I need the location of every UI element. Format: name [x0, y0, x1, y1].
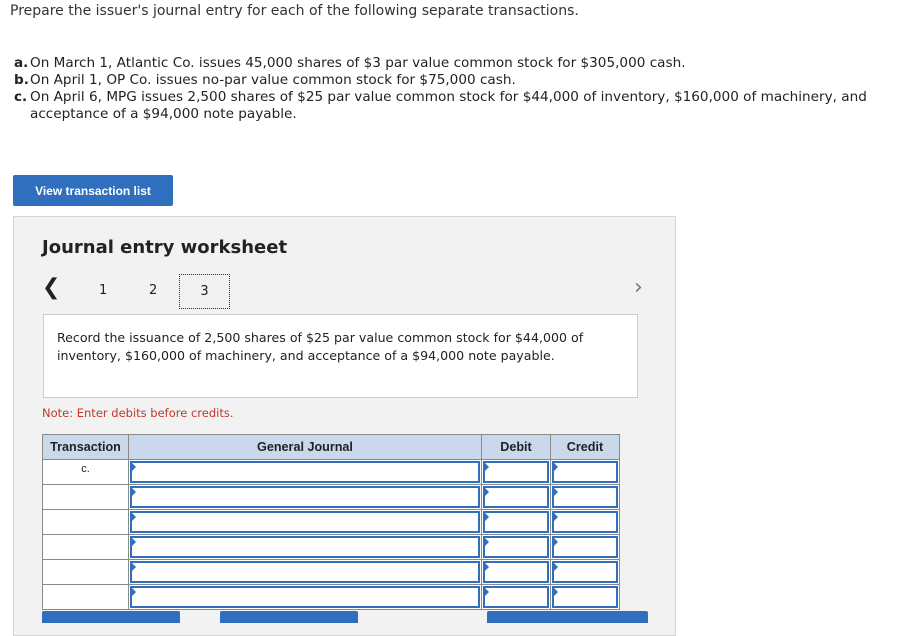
account-input[interactable] — [128, 459, 482, 485]
header-debit: Debit — [481, 434, 551, 460]
table-row — [42, 584, 620, 610]
transaction-letter: c. — [14, 89, 28, 105]
transaction-c: c. On April 6, MPG issues 2,500 shares o… — [14, 89, 904, 123]
credit-input[interactable] — [550, 584, 620, 610]
transaction-cell: c. — [42, 459, 129, 485]
account-input[interactable] — [128, 584, 482, 610]
transaction-letter: b. — [14, 72, 29, 88]
debit-input[interactable] — [481, 459, 551, 485]
clear-entry-button[interactable] — [220, 611, 358, 623]
view-general-journal-button[interactable] — [487, 611, 648, 623]
transaction-a: a. On March 1, Atlantic Co. issues 45,00… — [14, 55, 904, 72]
table-row — [42, 559, 620, 585]
transaction-cell — [42, 534, 129, 560]
worksheet-page-1[interactable]: 1 — [99, 283, 107, 298]
transaction-text: On April 6, MPG issues 2,500 shares of $… — [30, 89, 867, 122]
table-row — [42, 484, 620, 510]
account-input[interactable] — [128, 509, 482, 535]
transaction-cell — [42, 484, 129, 510]
credit-input[interactable] — [550, 534, 620, 560]
header-transaction: Transaction — [42, 434, 129, 460]
transaction-cell — [42, 584, 129, 610]
transaction-b: b. On April 1, OP Co. issues no-par valu… — [14, 72, 904, 89]
view-transaction-list-button[interactable]: View transaction list — [13, 175, 173, 206]
transaction-cell — [42, 509, 129, 535]
chevron-right-icon[interactable]: › — [634, 277, 643, 299]
account-input[interactable] — [128, 559, 482, 585]
transaction-letter: a. — [14, 55, 29, 71]
debit-input[interactable] — [481, 484, 551, 510]
worksheet-title: Journal entry worksheet — [42, 237, 288, 258]
chevron-left-icon[interactable]: ❮ — [42, 277, 60, 299]
table-row — [42, 509, 620, 535]
debit-input[interactable] — [481, 534, 551, 560]
table-row: c. — [42, 459, 620, 485]
transaction-text: On April 1, OP Co. issues no-par value c… — [30, 72, 516, 88]
journal-table: Transaction General Journal Debit Credit… — [42, 434, 620, 610]
credit-input[interactable] — [550, 559, 620, 585]
problem-prompt: Prepare the issuer's journal entry for e… — [10, 3, 579, 19]
table-row — [42, 534, 620, 560]
account-input[interactable] — [128, 534, 482, 560]
transaction-cell — [42, 559, 129, 585]
account-input[interactable] — [128, 484, 482, 510]
transaction-text: On March 1, Atlantic Co. issues 45,000 s… — [30, 55, 686, 71]
debit-input[interactable] — [481, 509, 551, 535]
credit-input[interactable] — [550, 484, 620, 510]
header-general-journal: General Journal — [128, 434, 482, 460]
entry-description: Record the issuance of 2,500 shares of $… — [43, 314, 638, 398]
note-text: Note: Enter debits before credits. — [42, 406, 234, 420]
credit-input[interactable] — [550, 459, 620, 485]
debit-input[interactable] — [481, 584, 551, 610]
header-credit: Credit — [550, 434, 620, 460]
journal-entry-worksheet: Journal entry worksheet ❮ 1 2 3 › Record… — [13, 216, 676, 636]
transaction-list: a. On March 1, Atlantic Co. issues 45,00… — [14, 55, 904, 123]
debit-input[interactable] — [481, 559, 551, 585]
credit-input[interactable] — [550, 509, 620, 535]
worksheet-page-3-active[interactable]: 3 — [179, 274, 230, 309]
record-entry-button[interactable] — [42, 611, 180, 623]
worksheet-page-2[interactable]: 2 — [149, 283, 157, 298]
